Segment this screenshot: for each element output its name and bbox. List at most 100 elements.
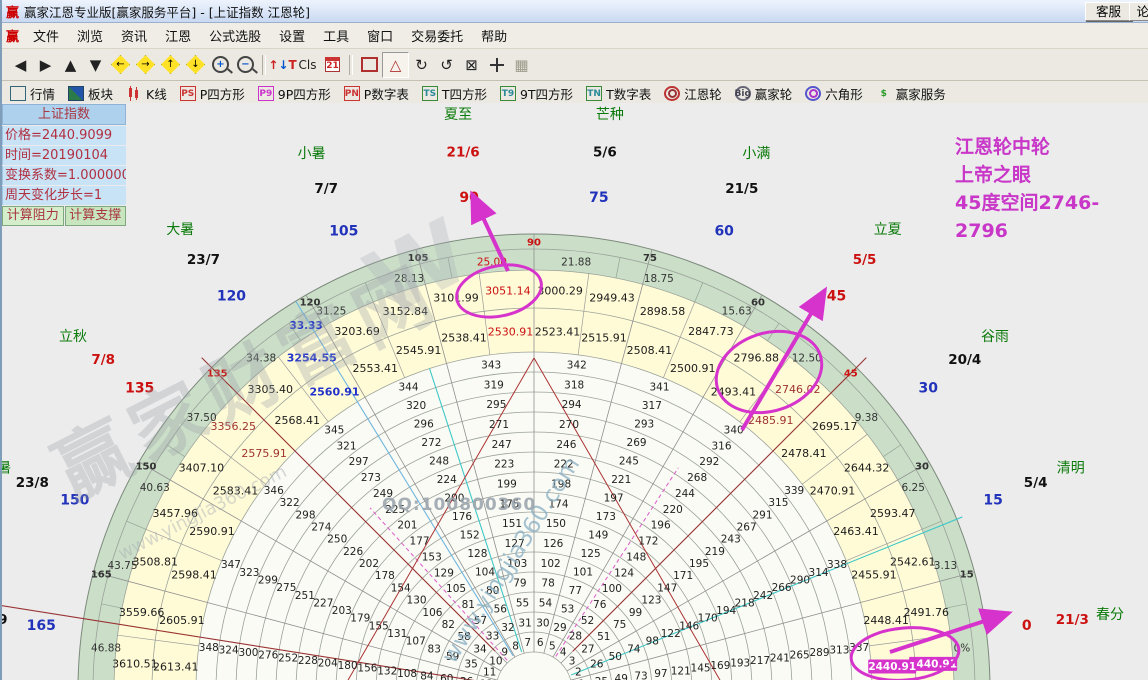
svg-text:266: 266 xyxy=(772,582,792,594)
svg-text:178: 178 xyxy=(375,570,395,582)
menu-1[interactable]: 文件 xyxy=(24,28,68,47)
tool-P数字表[interactable]: PNP数字表 xyxy=(344,84,409,103)
svg-text:21/5: 21/5 xyxy=(725,181,758,197)
tool-赢家轮[interactable]: Big赢家轮 xyxy=(735,84,793,103)
svg-text:2542.61: 2542.61 xyxy=(890,555,936,568)
tool-江恩轮[interactable]: 江恩轮 xyxy=(664,84,722,103)
nav-right-icon[interactable]: ▶ xyxy=(33,53,58,77)
menu-5[interactable]: 公式选股 xyxy=(200,28,270,47)
tool-六角形[interactable]: 六角形 xyxy=(805,84,863,103)
svg-text:202: 202 xyxy=(359,558,379,570)
svg-text:6: 6 xyxy=(537,637,544,649)
zoom-out-icon[interactable]: − xyxy=(233,53,258,77)
zoom-in-icon[interactable]: + xyxy=(208,53,233,77)
svg-text:60: 60 xyxy=(714,224,734,240)
calendar-icon[interactable]: 21 xyxy=(320,53,345,77)
tool-label: 赢家轮 xyxy=(755,84,793,103)
tool-9T四方形[interactable]: T99T四方形 xyxy=(500,84,573,103)
tool-9P四方形[interactable]: P99P四方形 xyxy=(258,84,331,103)
svg-text:323: 323 xyxy=(239,567,259,579)
pn-icon: PN xyxy=(344,86,360,101)
svg-text:126: 126 xyxy=(543,538,563,550)
draw-rect-icon[interactable] xyxy=(357,53,382,77)
svg-text:77: 77 xyxy=(569,585,582,597)
svg-text:35: 35 xyxy=(464,659,477,671)
delete-box-icon[interactable]: ⊠ xyxy=(459,53,484,77)
svg-text:45: 45 xyxy=(844,369,858,380)
tool-K线[interactable]: K线 xyxy=(126,84,167,103)
svg-text:100: 100 xyxy=(602,583,622,595)
tool-板块[interactable]: 板块 xyxy=(68,84,113,103)
svg-text:347: 347 xyxy=(221,559,241,571)
nav-down-icon[interactable]: ▼ xyxy=(83,53,108,77)
tool-label: K线 xyxy=(146,84,167,103)
svg-text:170: 170 xyxy=(698,613,718,625)
svg-text:3.13: 3.13 xyxy=(934,560,957,572)
svg-text:105: 105 xyxy=(329,224,358,240)
tool-P四方形[interactable]: PSP四方形 xyxy=(180,84,245,103)
menu-10[interactable]: 帮助 xyxy=(472,28,516,47)
calc-resistance-button[interactable]: 计算阻力 xyxy=(2,206,64,226)
pan-left-icon[interactable]: ← xyxy=(108,53,133,77)
svg-text:大暑: 大暑 xyxy=(166,222,194,238)
pan-up-icon[interactable]: ↑ xyxy=(158,53,183,77)
svg-text:2613.41: 2613.41 xyxy=(153,660,199,673)
svg-text:2847.73: 2847.73 xyxy=(688,325,734,338)
svg-text:21.88: 21.88 xyxy=(561,257,591,269)
svg-text:179: 179 xyxy=(350,613,370,625)
svg-text:2470.91: 2470.91 xyxy=(810,484,856,497)
svg-text:30: 30 xyxy=(915,462,929,473)
svg-text:146: 146 xyxy=(679,620,699,632)
fit-view-icon[interactable] xyxy=(484,53,509,77)
svg-text:313: 313 xyxy=(829,644,849,656)
svg-text:197: 197 xyxy=(604,493,624,505)
menu-2[interactable]: 浏览 xyxy=(68,28,112,47)
tool-行情[interactable]: 行情 xyxy=(10,84,55,103)
svg-text:20/4: 20/4 xyxy=(948,352,981,368)
tool-T数字表[interactable]: TNT数字表 xyxy=(586,84,651,103)
calc-support-button[interactable]: 计算支撑 xyxy=(65,206,127,226)
nav-up-icon[interactable]: ▲ xyxy=(58,53,83,77)
svg-text:49: 49 xyxy=(615,673,628,680)
nav-left-icon[interactable]: ◀ xyxy=(8,53,33,77)
svg-text:2491.76: 2491.76 xyxy=(904,606,950,619)
menu-7[interactable]: 工具 xyxy=(314,28,358,47)
rotate-cw-icon[interactable]: ↻ xyxy=(409,53,434,77)
svg-text:318: 318 xyxy=(564,379,584,391)
svg-text:153: 153 xyxy=(422,551,442,563)
draw-triangle-icon[interactable]: △ xyxy=(382,52,409,78)
svg-text:221: 221 xyxy=(611,474,631,486)
svg-text:250: 250 xyxy=(327,534,347,546)
customer-service-button[interactable]: 客服 xyxy=(1085,2,1132,21)
menu-9[interactable]: 交易委托 xyxy=(402,28,472,47)
pan-right-icon[interactable]: → xyxy=(133,53,158,77)
rotate-ccw-icon[interactable]: ↺ xyxy=(434,53,459,77)
svg-text:297: 297 xyxy=(349,456,369,468)
svg-text:320: 320 xyxy=(406,400,426,412)
cls-button[interactable]: Cls xyxy=(295,53,320,77)
svg-text:315: 315 xyxy=(768,497,788,509)
menu-3[interactable]: 资讯 xyxy=(112,28,156,47)
menu-6[interactable]: 设置 xyxy=(270,28,314,47)
svg-text:78: 78 xyxy=(541,578,554,590)
svg-text:299: 299 xyxy=(258,574,278,586)
board-icon[interactable]: ▦ xyxy=(509,53,534,77)
svg-text:226: 226 xyxy=(343,546,363,558)
svg-text:2478.41: 2478.41 xyxy=(781,447,827,460)
svg-text:2485.91: 2485.91 xyxy=(748,414,794,427)
svg-text:290: 290 xyxy=(790,574,810,586)
forum-button-partial[interactable]: 论 xyxy=(1129,2,1148,21)
svg-text:275: 275 xyxy=(276,582,296,594)
tool-T四方形[interactable]: TST四方形 xyxy=(422,84,487,103)
t-updown-icon[interactable]: ↑↓T xyxy=(270,53,295,77)
tool-赢家服务[interactable]: $赢家服务 xyxy=(876,84,946,103)
menu-8[interactable]: 窗口 xyxy=(358,28,402,47)
gann-wheel-chart[interactable]: 1234567891011122526272829303132333435364… xyxy=(2,103,1148,680)
svg-text:242: 242 xyxy=(753,590,773,602)
pan-down-icon[interactable]: ↓ xyxy=(183,53,208,77)
svg-text:26: 26 xyxy=(590,659,604,671)
menu-4[interactable]: 江恩 xyxy=(156,28,200,47)
svg-text:102: 102 xyxy=(541,558,561,570)
svg-text:345: 345 xyxy=(324,424,344,436)
svg-text:8: 8 xyxy=(512,640,519,652)
